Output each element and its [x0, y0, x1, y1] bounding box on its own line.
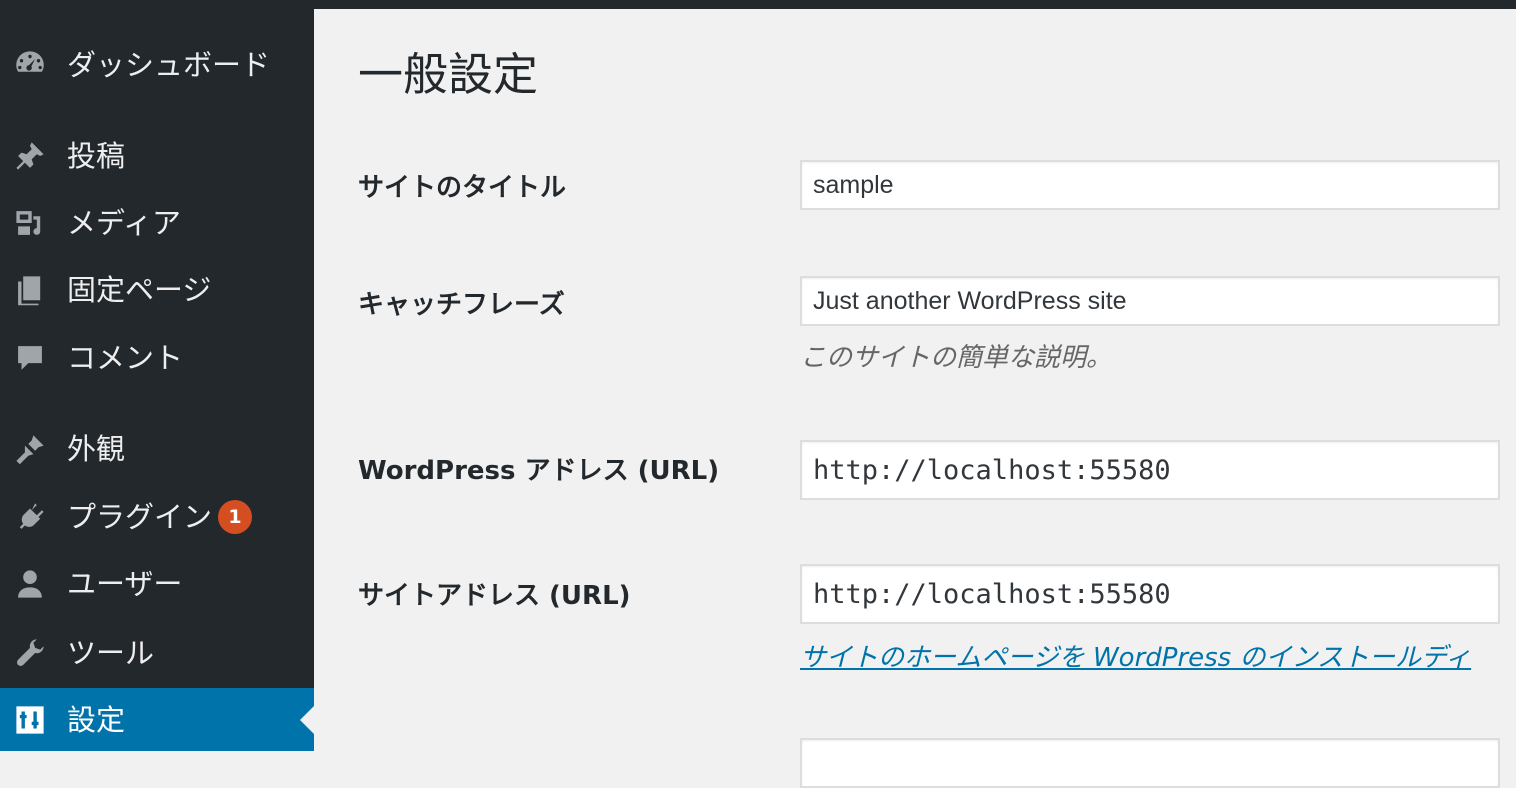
tagline-input[interactable] [800, 276, 1500, 326]
pin-icon [12, 138, 48, 174]
sidebar-item-label: 設定 [67, 702, 126, 737]
plugin-icon [12, 499, 48, 535]
site-title-label: サイトのタイトル [358, 173, 567, 203]
wordpress-address-label: WordPress アドレス (URL) [358, 456, 720, 486]
sidebar-item-label: ユーザー [67, 567, 183, 601]
sidebar-item-label: 固定ページ [67, 273, 212, 307]
admin-sidebar: ダッシュボード 投稿 メディア 固定ページ コメント 外観 プラグイン 1 ユー… [0, 0, 314, 751]
sidebar-item-label: ツール [67, 636, 155, 670]
sidebar-item-pages[interactable]: 固定ページ [0, 259, 314, 321]
sidebar-item-posts[interactable]: 投稿 [0, 125, 314, 187]
sidebar-item-label: メディア [67, 206, 181, 240]
tagline-description: このサイトの簡単な説明。 [800, 343, 1113, 373]
site-title-input[interactable] [800, 160, 1500, 210]
sidebar-item-label: ダッシュボード [67, 48, 271, 82]
sidebar-item-label: プラグイン [67, 500, 213, 534]
sidebar-item-label: 外観 [67, 432, 126, 466]
sidebar-item-media[interactable]: メディア [0, 192, 314, 254]
site-address-help-link[interactable]: サイトのホームページを WordPress のインストールディ [800, 637, 1471, 674]
sidebar-item-appearance[interactable]: 外観 [0, 418, 314, 480]
sidebar-item-settings[interactable]: 設定 [0, 688, 314, 751]
sidebar-item-plugins[interactable]: プラグイン 1 [0, 486, 314, 548]
comment-icon [12, 340, 48, 376]
current-menu-arrow [300, 705, 314, 734]
wrench-icon [12, 635, 48, 671]
dashboard-icon [12, 47, 48, 83]
update-count-badge: 1 [218, 500, 252, 534]
sidebar-item-users[interactable]: ユーザー [0, 553, 314, 615]
user-icon [12, 566, 48, 602]
wordpress-address-input[interactable] [800, 440, 1500, 500]
media-icon [12, 205, 48, 241]
sidebar-item-label: 投稿 [67, 139, 126, 173]
site-address-input[interactable] [800, 564, 1500, 624]
site-address-label: サイトアドレス (URL) [358, 581, 631, 611]
tagline-label: キャッチフレーズ [358, 290, 565, 320]
next-field-input[interactable] [800, 738, 1500, 788]
sidebar-item-comments[interactable]: コメント [0, 327, 314, 389]
pages-icon [12, 272, 48, 308]
settings-icon [12, 702, 48, 738]
sidebar-item-tools[interactable]: ツール [0, 622, 314, 684]
sidebar-item-label: コメント [67, 341, 184, 375]
paintbrush-icon [12, 431, 48, 467]
sidebar-item-dashboard[interactable]: ダッシュボード [0, 34, 314, 96]
page-title: 一般設定 [358, 48, 539, 101]
